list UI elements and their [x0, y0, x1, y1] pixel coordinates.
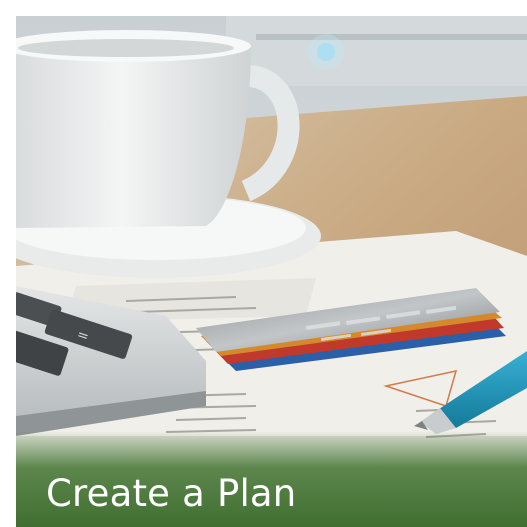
create-a-plan-tile[interactable]: = Create a Plan: [16, 16, 527, 527]
caption-bar: Create a Plan: [16, 431, 527, 527]
tile-title: Create a Plan: [46, 472, 297, 515]
